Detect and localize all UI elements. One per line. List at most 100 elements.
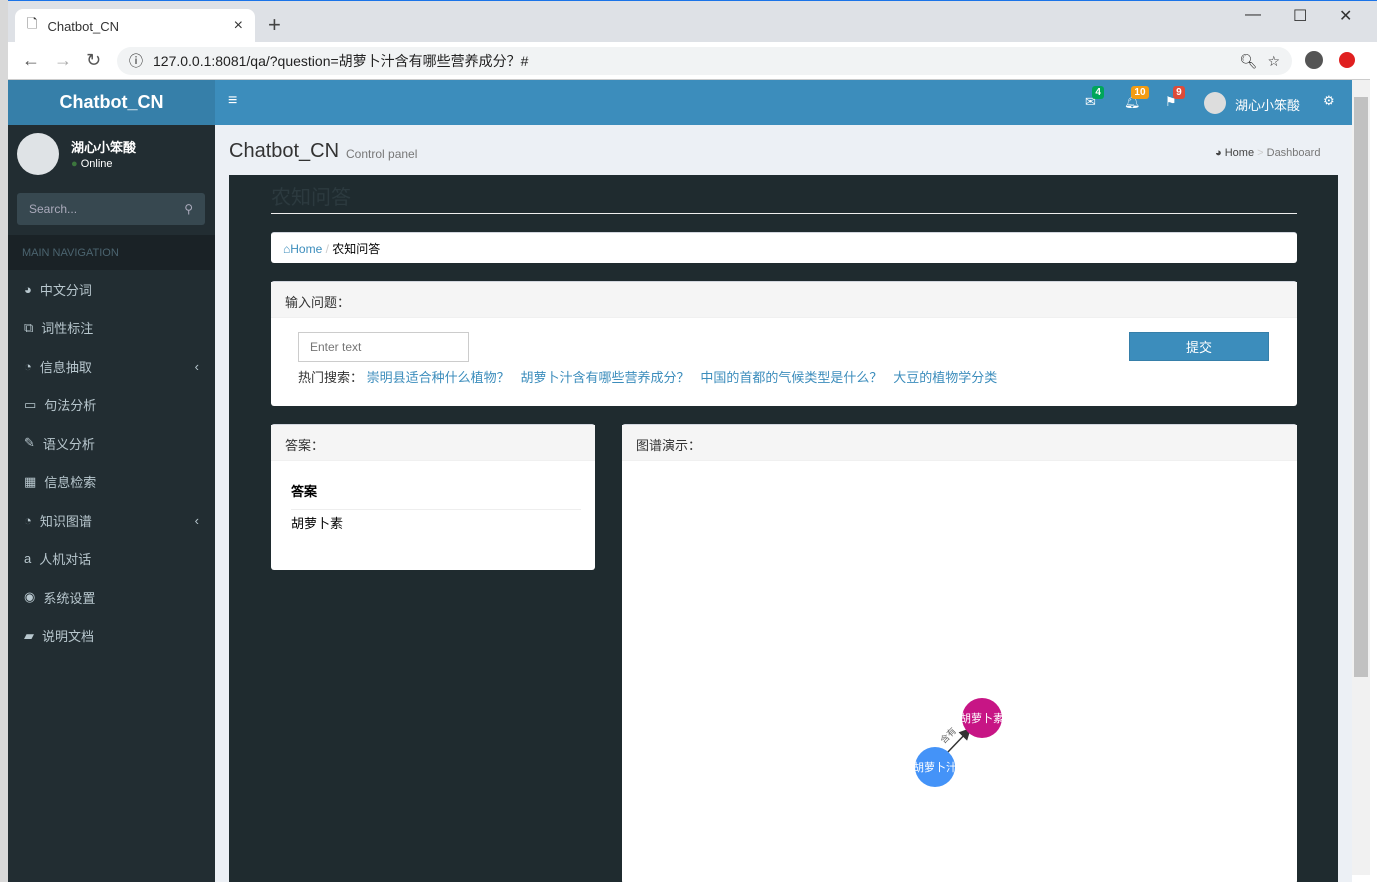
sidebar-item-label: 语义分析 xyxy=(42,436,95,452)
answer-box-title: 答案： xyxy=(271,425,595,461)
tab-title: Chatbot_CN xyxy=(47,18,119,34)
extension-icon[interactable] xyxy=(1339,52,1355,68)
settings-gears-icon[interactable]: ⚙ xyxy=(1323,93,1335,109)
profile-icon[interactable] xyxy=(1305,51,1323,69)
hot-search-link[interactable]: 胡萝卜汁含有哪些营养成分？ xyxy=(521,370,690,385)
sidebar-item-label: 词性标注 xyxy=(41,321,94,337)
amazon-icon: a xyxy=(24,551,32,567)
online-dot-icon: ● xyxy=(71,158,78,170)
sidebar-item[interactable]: ◔ 信息抽取 ‹ xyxy=(8,347,215,386)
hot-search-link[interactable]: 大豆的植物学分类 xyxy=(893,370,997,385)
sidebar-item-label: 中文分词 xyxy=(39,282,92,298)
knowledge-graph[interactable]: 含有 胡萝卜素 胡萝卜汁 xyxy=(622,462,1297,882)
sidebar-item[interactable]: ▭ 句法分析 xyxy=(8,386,215,425)
bookmark-star-icon[interactable]: ☆ xyxy=(1267,53,1280,70)
user-avatar-small[interactable] xyxy=(1204,92,1226,114)
nav-header: MAIN NAVIGATION xyxy=(8,235,215,270)
hot-search-link[interactable]: 中国的首都的气候类型是什么？ xyxy=(700,370,882,385)
top-navbar: ≡ ✉ 4 🔔︎ 10 ⚑ 9 湖心小笨酸 ⚙ xyxy=(215,80,1352,125)
section-title: 农知问答 xyxy=(271,187,351,209)
url-text[interactable]: 127.0.0.1:8081/qa/?question=胡萝卜汁含有哪些营养成分… xyxy=(153,51,528,71)
chevron-left-icon: ‹ xyxy=(194,358,199,374)
answer-value: 胡萝卜素 xyxy=(291,516,344,531)
minimize-button[interactable]: — xyxy=(1245,6,1261,24)
sidebar-item[interactable]: ◉ 系统设置 xyxy=(8,578,215,617)
new-tab-button[interactable]: + xyxy=(268,12,281,38)
node-label: 胡萝卜汁 xyxy=(913,760,957,774)
sidebar-item[interactable]: ▰ 说明文档 xyxy=(8,617,215,656)
sidebar-search-input[interactable]: Search... ⚲ xyxy=(17,193,205,225)
edit-icon: ✎ xyxy=(24,435,35,451)
user-avatar xyxy=(17,133,59,175)
sidebar: 湖心小笨酸 ● Online Search... ⚲ MAIN NAVIGATIO… xyxy=(8,125,215,882)
alerts-badge: 10 xyxy=(1131,86,1149,99)
main-navigation: ◕ 中文分词 ⧉ 词性标注 ◔ 信息抽取 ‹ ▭ 句法分析 ✎ 语义分析 ▦ 信息检索 ◔ 知识图谱 ‹ a 人机… xyxy=(8,270,215,655)
sidebar-item-label: 知识图谱 xyxy=(39,513,92,529)
messages-badge: 4 xyxy=(1092,86,1104,99)
question-input[interactable] xyxy=(298,332,469,362)
sidebar-item-label: 信息抽取 xyxy=(39,359,92,375)
pie-chart-icon: ◔ xyxy=(24,512,32,528)
zoom-icon[interactable]: 🔍︎ xyxy=(1240,53,1258,70)
reload-button[interactable]: ↻ xyxy=(86,50,101,71)
sidebar-item-label: 句法分析 xyxy=(44,398,97,414)
close-tab-icon[interactable]: × xyxy=(234,17,243,35)
browser-tab[interactable]: 🗋 Chatbot_CN × xyxy=(15,9,255,43)
page-subtitle: Control panel xyxy=(346,147,418,161)
url-bar[interactable]: ⓘ 127.0.0.1:8081/qa/?question=胡萝卜汁含有哪些营养成… xyxy=(117,47,1292,75)
sidebar-item[interactable]: ✎ 语义分析 xyxy=(8,424,215,463)
sidebar-item[interactable]: ◔ 知识图谱 ‹ xyxy=(8,501,215,540)
edge-label: 含有 xyxy=(938,725,959,746)
forward-button[interactable]: → xyxy=(54,50,72,71)
copy-icon: ⧉ xyxy=(24,319,34,335)
notifications-bell-icon[interactable]: 🔔︎ 10 xyxy=(1124,86,1149,110)
maximize-button[interactable]: ☐ xyxy=(1293,6,1307,26)
online-status: Online xyxy=(80,158,113,170)
question-box: 输入问题： 提交 热门搜索： 崇明县适合种什么植物？ 胡萝卜汁含有哪些营养成分？… xyxy=(271,281,1297,406)
dashboard-icon: ◕ xyxy=(24,281,32,297)
graph-box: 图谱演示： 含有 胡萝卜素 胡萝卜汁 xyxy=(622,424,1297,884)
user-menu[interactable]: 湖心小笨酸 xyxy=(1235,95,1300,114)
breadcrumb-current: Dashboard xyxy=(1266,147,1321,159)
pie-chart-icon: ◔ xyxy=(24,358,32,374)
sidebar-username: 湖心小笨酸 xyxy=(71,140,137,155)
app-logo[interactable]: Chatbot_CN xyxy=(8,80,215,125)
breadcrumb-home-link[interactable]: ⌂Home xyxy=(283,242,322,256)
info-icon: ⓘ xyxy=(129,53,143,69)
book-icon: ▰ xyxy=(24,627,34,643)
sidebar-item[interactable]: ▦ 信息检索 xyxy=(8,463,215,502)
divider xyxy=(271,213,1297,214)
sidebar-item[interactable]: ◕ 中文分词 xyxy=(8,270,215,309)
node-label: 胡萝卜素 xyxy=(960,711,1004,725)
sidebar-item-label: 系统设置 xyxy=(43,590,96,606)
answer-box: 答案： 答案 胡萝卜素 xyxy=(271,424,595,570)
hot-search-link[interactable]: 崇明县适合种什么植物？ xyxy=(367,370,510,385)
messages-icon[interactable]: ✉ 4 xyxy=(1085,86,1104,110)
sidebar-toggle-icon[interactable]: ≡ xyxy=(228,92,237,110)
search-placeholder: Search... xyxy=(29,202,78,216)
question-box-title: 输入问题： xyxy=(271,282,1297,318)
chevron-left-icon: ‹ xyxy=(194,512,199,528)
dashboard-icon: ◕ xyxy=(1215,147,1222,159)
flag-icon[interactable]: ⚑ 9 xyxy=(1165,86,1185,110)
laptop-icon: ▭ xyxy=(24,396,37,412)
close-window-button[interactable]: ✕ xyxy=(1339,6,1352,26)
breadcrumb-home[interactable]: Home xyxy=(1225,147,1254,159)
page-icon: 🗋 xyxy=(27,16,38,31)
sidebar-item-label: 信息检索 xyxy=(44,475,97,491)
sidebar-item[interactable]: a 人机对话 xyxy=(8,540,215,579)
answer-table-header: 答案 xyxy=(291,481,581,510)
table-icon: ▦ xyxy=(24,473,37,489)
compass-icon: ◉ xyxy=(24,589,36,605)
background-window xyxy=(0,0,8,882)
back-button[interactable]: ← xyxy=(22,50,40,71)
submit-button[interactable]: 提交 xyxy=(1129,332,1269,361)
search-icon[interactable]: ⚲ xyxy=(184,202,193,216)
graph-box-title: 图谱演示： xyxy=(622,425,1297,461)
sidebar-item-label: 人机对话 xyxy=(39,552,92,568)
breadcrumb-current-page: 农知问答 xyxy=(332,242,381,256)
page-title: Chatbot_CN xyxy=(229,140,340,162)
sidebar-item[interactable]: ⧉ 词性标注 xyxy=(8,309,215,348)
scrollbar-thumb[interactable] xyxy=(1354,97,1368,677)
main-panel: 农知问答 ⌂Home / 农知问答 输入问题： 提交 热门搜索： 崇明县适合种什… xyxy=(229,175,1338,884)
